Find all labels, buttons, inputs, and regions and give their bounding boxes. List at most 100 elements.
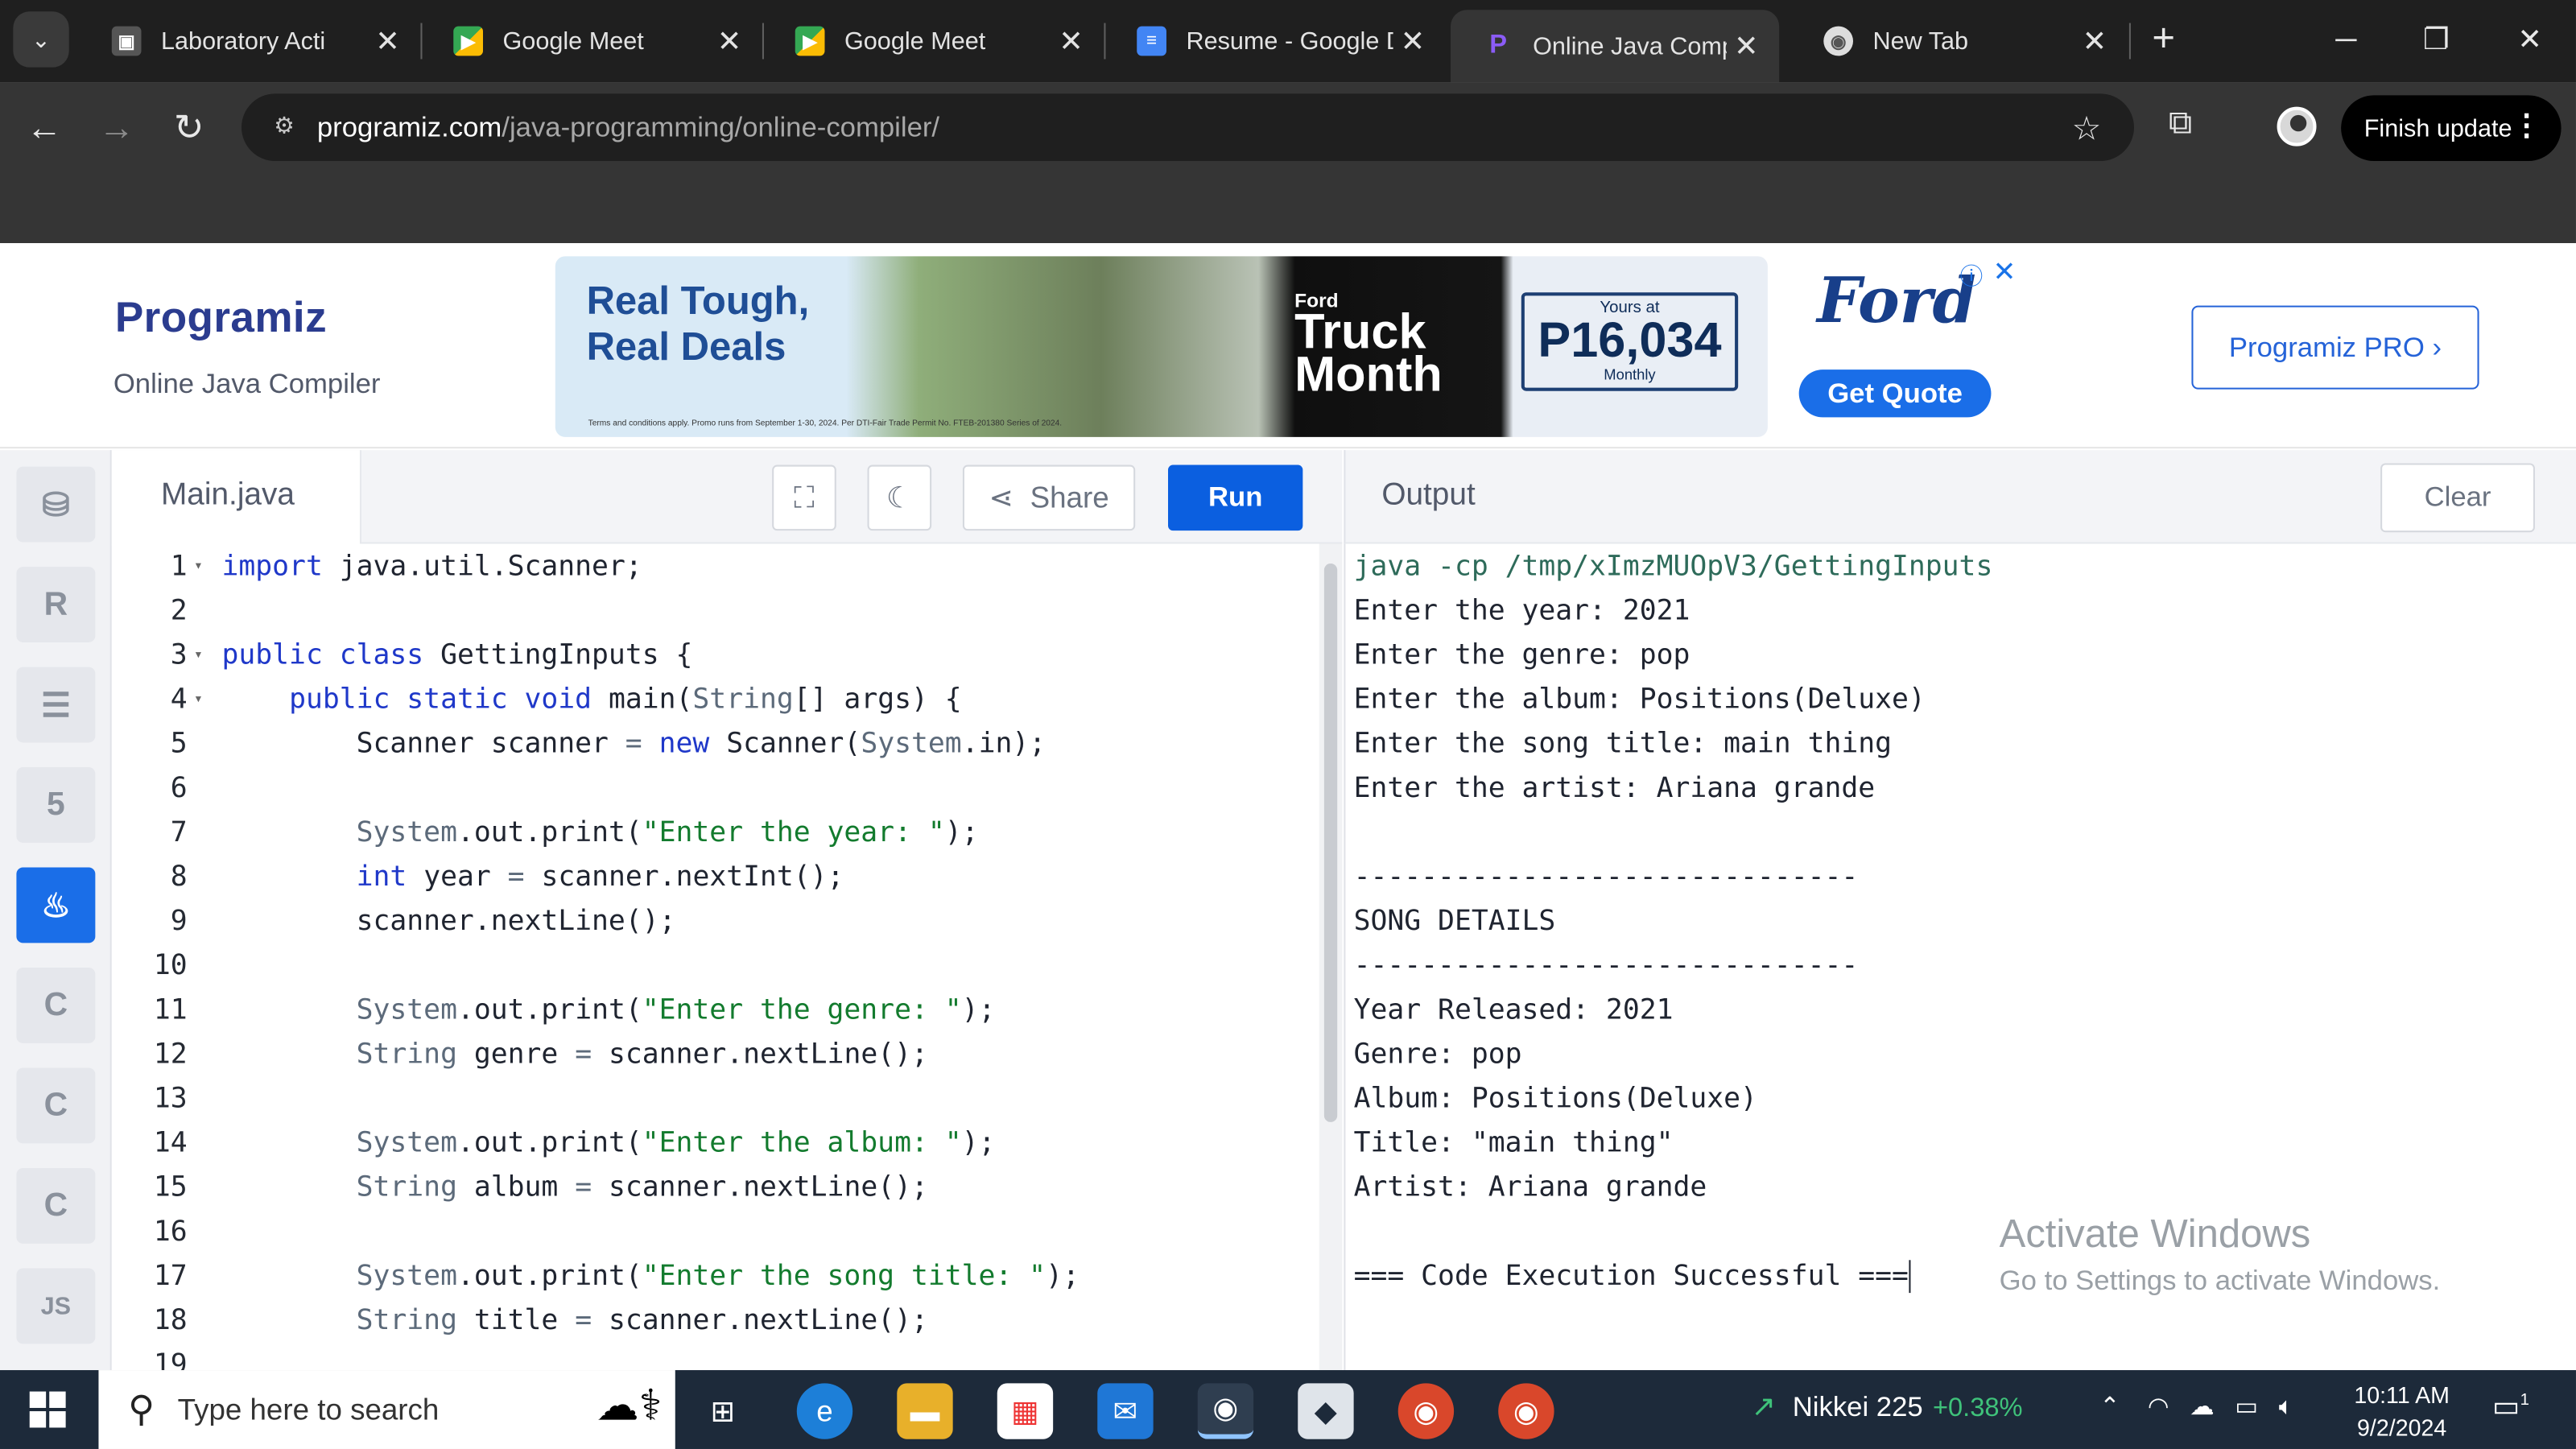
code-line[interactable]: 2 (112, 590, 1319, 634)
code-line[interactable]: 5 Scanner scanner = new Scanner(System.i… (112, 723, 1319, 767)
output-console[interactable]: Activate Windows Go to Settings to activ… (1344, 543, 2576, 1371)
code-line[interactable]: 8 int year = scanner.nextInt(); (112, 856, 1319, 900)
code-token: ); (961, 1126, 996, 1160)
code-token: ); (944, 816, 979, 850)
code-line[interactable]: 1 ▾ import java.util.Scanner; (112, 546, 1319, 590)
cpp-icon[interactable]: C (16, 1067, 96, 1144)
sql-icon[interactable]: ☰ (16, 667, 96, 743)
finish-update-button[interactable]: Finish update ⋮ (2341, 95, 2562, 161)
fold-arrow-icon[interactable]: ▾ (194, 679, 203, 723)
code-line[interactable]: 12 String genre = scanner.nextLine(); (112, 1034, 1319, 1078)
code-token: Scanner( (709, 728, 861, 761)
cloud-icon[interactable]: ☁ (2190, 1393, 2215, 1422)
close-icon[interactable]: ✕ (1727, 29, 1766, 64)
code-line[interactable]: 19 (112, 1344, 1319, 1370)
task-view-icon[interactable]: ⊞ (695, 1383, 750, 1439)
dark-mode-icon[interactable]: ☾ (867, 464, 932, 531)
windows-start-icon[interactable] (29, 1391, 66, 1428)
reload-button[interactable]: ↻ (166, 105, 212, 151)
restore-button[interactable]: ❐ (2404, 16, 2470, 62)
fullscreen-icon[interactable]: ⛶ (772, 464, 836, 531)
code-line[interactable]: 10 (112, 944, 1319, 989)
kebab-menu-icon[interactable]: ⋮ (2512, 109, 2541, 143)
mail-icon[interactable]: ✉ (1097, 1383, 1154, 1439)
tab-google-meet-2[interactable]: ▶ Google Meet ✕ (762, 10, 1104, 72)
tab-new-tab[interactable]: ◉ New Tab ✕ (1790, 10, 2127, 72)
code-line[interactable]: 14 System.out.print("Enter the album: ")… (112, 1122, 1319, 1166)
programiz-logo[interactable]: Programiz (115, 292, 327, 343)
run-button[interactable]: Run (1168, 464, 1303, 531)
close-icon[interactable]: ✕ (2075, 24, 2115, 59)
clear-button[interactable]: Clear (2380, 463, 2535, 533)
tab-laboratory[interactable]: ▣ Laboratory Acti ✕ (79, 10, 420, 72)
battery-icon[interactable]: ▭ (2235, 1393, 2258, 1422)
chrome-icon[interactable]: ◉ (1397, 1383, 1455, 1439)
address-bar[interactable]: ⚙ programiz.com/java-programming/online-… (241, 93, 2134, 161)
code-line[interactable]: 18 String title = scanner.nextLine(); (112, 1299, 1319, 1344)
site-settings-icon[interactable]: ⚙ (268, 111, 301, 144)
ad-close-icon[interactable]: ✕ (1992, 256, 2016, 289)
notification-icon[interactable]: ▭1 (2492, 1390, 2529, 1425)
chrome-icon[interactable]: ◉ (1498, 1383, 1554, 1439)
fold-arrow-icon[interactable]: ▾ (194, 546, 203, 590)
get-quote-button[interactable]: Get Quote (1798, 369, 1992, 418)
code-editor[interactable]: 1 ▾ import java.util.Scanner; 2 3 ▾ public cla… (111, 543, 1319, 1371)
close-icon[interactable]: ✕ (368, 24, 407, 59)
back-button[interactable]: ← (22, 105, 68, 151)
chevron-up-icon[interactable]: ⌃ (2099, 1393, 2120, 1422)
code-line[interactable]: 6 (112, 767, 1319, 811)
tab-google-meet-1[interactable]: ▶ Google Meet ✕ (420, 10, 762, 72)
fold-arrow-icon[interactable]: ▾ (194, 634, 203, 679)
ad-info-icon[interactable]: ⓘ (1960, 259, 1984, 292)
tab-resume[interactable]: ≡ Resume - Google D ✕ (1104, 10, 1445, 72)
taskbar-clock[interactable]: 10:11 AM 9/2/2024 (2349, 1378, 2454, 1444)
scrollbar-thumb[interactable] (1323, 563, 1338, 1122)
code-line[interactable]: 9 scanner.nextLine(); (112, 900, 1319, 944)
code-line[interactable]: 3 ▾ public class GettingInputs { (112, 634, 1319, 679)
minimize-button[interactable]: ─ (2313, 16, 2379, 62)
close-icon[interactable]: ✕ (1051, 24, 1091, 59)
stock-widget[interactable]: ↗ Nikkei 225 +0.38% (1751, 1390, 2022, 1425)
editor-scrollbar[interactable] (1319, 543, 1343, 1371)
file-explorer-icon[interactable]: ▬ (897, 1383, 953, 1439)
r-icon[interactable]: R (16, 567, 96, 642)
programiz-pro-button[interactable]: Programiz PRO › (2191, 305, 2479, 390)
bookmark-star-icon[interactable]: ☆ (2072, 109, 2102, 150)
js-icon[interactable]: JS (16, 1268, 96, 1344)
java-icon[interactable]: ♨ (16, 867, 96, 943)
chrome-profile-icon[interactable]: ◉ (1197, 1383, 1254, 1439)
file-tab-main-java[interactable]: Main.java (111, 450, 361, 546)
volume-icon[interactable]: 🔈︎ (2279, 1393, 2293, 1422)
code-line[interactable]: 4 ▾ public static void main(String[] args… (112, 679, 1319, 723)
tab-search-button[interactable]: ⌄ (13, 11, 69, 68)
wifi-icon[interactable]: ◠ (2148, 1393, 2169, 1422)
taskbar-search[interactable]: ⚲ Type here to search ☁⚕ (98, 1370, 675, 1449)
code-line[interactable]: 15 String album = scanner.nextLine(); (112, 1166, 1319, 1211)
code-line[interactable]: 13 (112, 1078, 1319, 1122)
code-line[interactable]: 11 System.out.print("Enter the genre: ")… (112, 989, 1319, 1034)
ford-ad-banner[interactable]: Real Tough, Real Deals Ford Truck Month … (555, 256, 1768, 437)
extensions-icon[interactable]: ⧉ (2169, 105, 2192, 143)
share-button[interactable]: ⋖ Share (962, 464, 1136, 531)
code-line[interactable]: 16 (112, 1211, 1319, 1255)
output-header: Output Clear (1344, 450, 2576, 544)
ford-logo[interactable]: Ford (1817, 263, 1976, 337)
system-tray[interactable]: ⌃ ◠ ☁ ▭ 🔈︎ (2099, 1392, 2293, 1422)
python-icon[interactable]: ⛁ (16, 466, 96, 543)
code-line[interactable]: 7 System.out.print("Enter the year: "); (112, 811, 1319, 856)
close-icon[interactable]: ✕ (710, 24, 749, 59)
new-tab-button[interactable]: + (2140, 16, 2186, 62)
edge-icon[interactable]: e (796, 1383, 853, 1439)
close-window-button[interactable]: ✕ (2497, 16, 2563, 62)
store-icon[interactable]: ▦ (997, 1383, 1054, 1439)
html-icon[interactable]: 5 (16, 767, 96, 843)
c-icon[interactable]: C (16, 968, 96, 1043)
roblox-icon[interactable]: ◆ (1298, 1383, 1354, 1439)
forward-button[interactable]: → (93, 105, 139, 151)
meet-icon: ▶ (795, 26, 825, 56)
profile-avatar[interactable] (2277, 106, 2317, 147)
code-line[interactable]: 17 System.out.print("Enter the song titl… (112, 1255, 1319, 1299)
tab-online-java-compiler[interactable]: P Online Java Compi ✕ (1451, 10, 1780, 83)
csharp-icon[interactable]: C (16, 1168, 96, 1244)
close-icon[interactable]: ✕ (1393, 24, 1433, 59)
